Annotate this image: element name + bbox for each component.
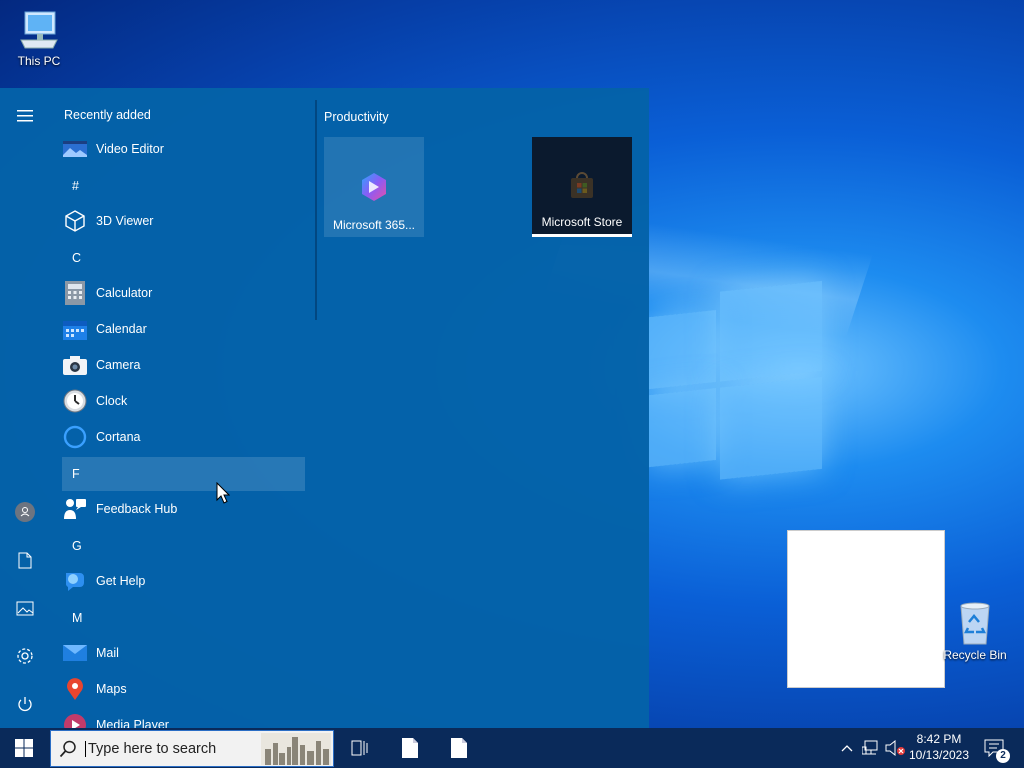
video-editor-icon [62,136,88,162]
app-3d-viewer[interactable]: 3D Viewer [62,204,305,238]
calendar-icon [62,316,88,342]
taskbar-clock[interactable]: 8:42 PM 10/13/2023 [904,731,974,763]
chevron-up-icon [841,745,853,752]
app-calendar[interactable]: Calendar [62,312,305,346]
windows-logo-icon [15,739,33,757]
action-center-button[interactable]: 2 [980,728,1010,768]
computer-icon [20,11,58,49]
search-icon [51,740,85,758]
desktop-icon-this-pc[interactable]: This PC [1,8,77,68]
letter-header[interactable]: F [62,457,305,491]
app-list: Recently added Video Editor # 3D Viewer … [50,88,315,728]
taskbar-app-file-2[interactable] [435,728,483,768]
user-icon[interactable] [12,499,38,525]
taskbar: Type here to search 8:42 PM 10/13/2023 2 [0,728,1024,768]
microsoft-365-icon [362,173,386,201]
notification-count-badge: 2 [996,749,1010,763]
settings-icon[interactable] [12,643,38,669]
app-get-help[interactable]: Get Help [62,564,305,598]
task-view-button[interactable] [336,728,384,768]
help-icon [62,568,88,594]
file-icon [402,738,418,758]
desktop-icon-label: Recycle Bin [943,648,1007,662]
mail-icon [62,640,88,666]
start-rail [0,88,50,728]
network-icon [862,740,878,755]
power-icon[interactable] [12,691,38,717]
documents-icon[interactable] [12,547,38,573]
hamburger-menu-icon[interactable] [12,103,38,129]
map-pin-icon [62,676,88,702]
tiles-section-title: Productivity [324,110,389,124]
calculator-icon [62,280,88,306]
clock-date: 10/13/2023 [908,748,970,762]
app-video-editor[interactable]: Video Editor [62,132,305,166]
app-calculator[interactable]: Calculator [62,276,305,310]
app-camera[interactable]: Camera [62,348,305,382]
volume-muted-icon [885,740,905,756]
pictures-icon[interactable] [12,595,38,621]
tile-microsoft-365[interactable]: Microsoft 365... [324,137,424,237]
tile-microsoft-store[interactable]: Microsoft Store [532,137,632,237]
search-input[interactable]: Type here to search [85,740,216,757]
file-icon [451,738,467,758]
search-highlight-city-icon [261,733,331,765]
camera-icon [62,352,88,378]
app-cortana[interactable]: Cortana [62,420,305,454]
taskbar-app-file-1[interactable] [386,728,434,768]
section-title-recently-added: Recently added [64,108,151,122]
start-button[interactable] [0,728,48,768]
store-bag-icon [571,172,593,198]
wallpaper-windows-logo [648,280,823,489]
taskbar-search-box[interactable]: Type here to search [50,730,334,767]
app-media-player[interactable]: Media Player [62,708,305,728]
letter-header[interactable]: M [62,601,305,635]
app-maps[interactable]: Maps [62,672,305,706]
task-view-icon [351,740,368,756]
cube-icon [62,208,88,234]
tile-label: Microsoft Store [541,215,623,229]
mouse-cursor-icon [216,482,230,504]
cortana-icon [62,424,88,450]
feedback-hub-icon [62,496,88,522]
clock-icon [62,388,88,414]
recycle-bin-icon [960,602,990,645]
network-button[interactable] [860,728,882,768]
letter-header[interactable]: C [62,241,305,275]
app-feedback-hub[interactable]: Feedback Hub [62,492,305,526]
app-clock[interactable]: Clock [62,384,305,418]
desktop-icon-label: This PC [17,54,61,68]
start-menu: Recently added Video Editor # 3D Viewer … [0,88,649,728]
desktop-icon-recycle-bin[interactable]: Recycle Bin [937,600,1013,662]
clock-time: 8:42 PM [916,732,962,746]
show-hidden-icons-button[interactable] [838,728,856,768]
panel-divider [315,100,317,320]
volume-button[interactable] [884,728,906,768]
media-player-icon [62,712,88,728]
blank-window[interactable] [787,530,945,688]
app-mail[interactable]: Mail [62,636,305,670]
letter-header[interactable]: # [62,169,305,203]
letter-header[interactable]: G [62,529,305,563]
tile-label: Microsoft 365... [332,218,416,232]
